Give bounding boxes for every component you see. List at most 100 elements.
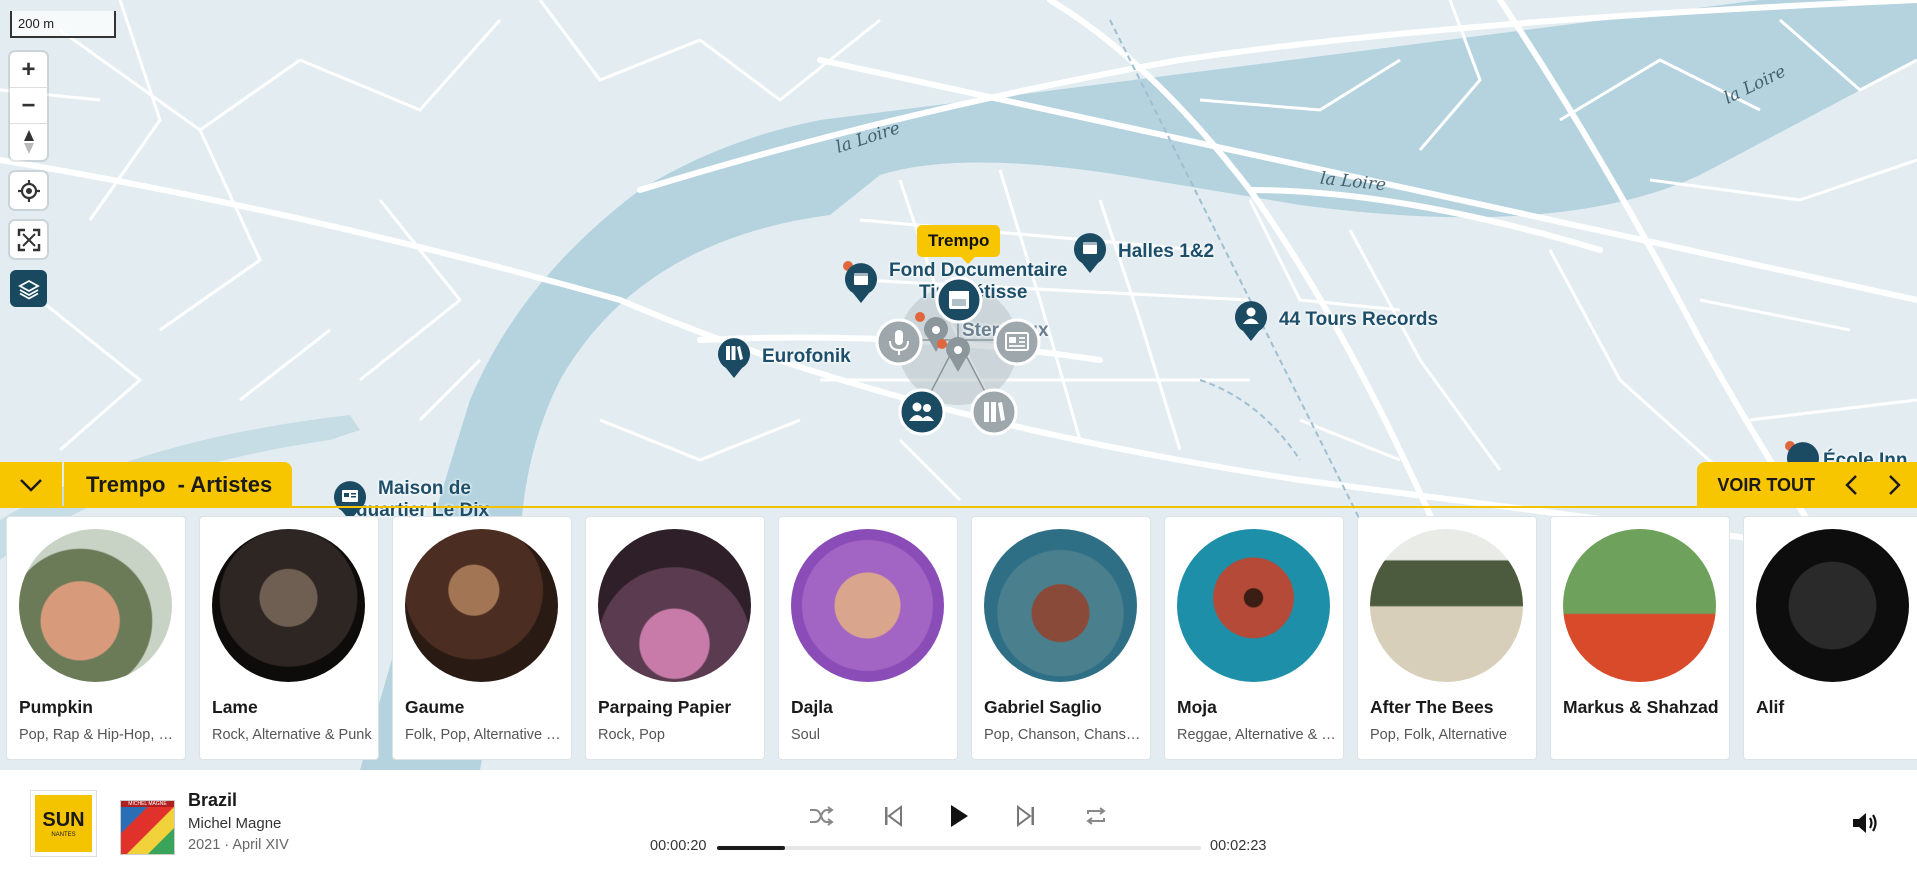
app: la Loire la Loire la Loire 200 m + − Tre… <box>0 0 1917 879</box>
artist-genres: Reggae, Alternative & Rock <box>1177 727 1337 743</box>
play-icon <box>951 805 968 827</box>
artist-photo <box>1563 529 1716 682</box>
calendar-marker-icon[interactable] <box>935 276 983 324</box>
artists-panel: Trempo - Artistes VOIR TOUT Pumpkin Pop,… <box>0 462 1917 770</box>
artist-name: Pumpkin <box>19 697 93 717</box>
artist-name: Markus & Shahzad <box>1563 697 1719 717</box>
artist-photo <box>405 529 558 682</box>
poi-eurofonik[interactable]: Eurofonik <box>716 336 851 378</box>
artist-genres: Folk, Pop, Alternative & Rock <box>405 727 565 743</box>
artist-genres: Pop, Folk, Alternative <box>1370 727 1508 743</box>
artist-genres: Pop, Chanson, Chanson française <box>984 727 1144 743</box>
fullscreen-button[interactable] <box>10 221 47 258</box>
artist-card[interactable]: After The Bees Pop, Folk, Alternative <box>1357 516 1537 760</box>
artist-genres: Rock, Pop <box>598 727 665 743</box>
locate-icon <box>17 179 40 202</box>
voir-tout-button[interactable]: VOIR TOUT <box>1717 475 1815 496</box>
artist-photo <box>212 529 365 682</box>
progress-bar[interactable] <box>717 846 1201 850</box>
artist-card[interactable]: Gabriel Saglio Pop, Chanson, Chanson fra… <box>971 516 1151 760</box>
artist-photo <box>1177 529 1330 682</box>
artist-photo <box>791 529 944 682</box>
shuffle-button[interactable] <box>801 796 841 836</box>
poi-halles[interactable]: Halles 1&2 <box>1072 231 1214 273</box>
next-track-button[interactable] <box>1006 796 1046 836</box>
scale-bar: 200 m <box>10 11 116 38</box>
artist-name: Gaume <box>405 697 465 717</box>
artist-genres: Rock, Alternative & Punk <box>212 727 372 743</box>
poi-44-tours-records[interactable]: 44 Tours Records <box>1233 299 1438 341</box>
shuffle-icon <box>810 806 834 826</box>
chevron-down-icon <box>20 479 42 492</box>
volume-button[interactable] <box>1851 810 1881 841</box>
artist-photo <box>984 529 1137 682</box>
artist-card[interactable]: Alif <box>1743 516 1917 760</box>
skip-forward-icon <box>1017 805 1034 827</box>
artist-name: After The Bees <box>1370 697 1494 717</box>
artist-card[interactable]: Gaume Folk, Pop, Alternative & Rock <box>392 516 572 760</box>
progress-fill <box>717 846 785 850</box>
collapse-panel-button[interactable] <box>0 462 62 508</box>
album-cover: MICHEL MAGNE <box>120 800 175 855</box>
artist-name: Alif <box>1756 697 1785 717</box>
compass-button[interactable] <box>10 124 47 160</box>
total-time: 00:02:23 <box>1210 838 1267 854</box>
album-cover-text: MICHEL MAGNE <box>121 801 174 807</box>
artist-photo <box>1756 529 1909 682</box>
artist-photo <box>19 529 172 682</box>
track-artist: Michel Magne <box>188 815 282 832</box>
elapsed-time: 00:00:20 <box>650 838 707 854</box>
person-pin-icon <box>1235 301 1267 341</box>
previous-track-button[interactable] <box>873 796 913 836</box>
artist-name: Parpaing Papier <box>598 697 732 717</box>
poi-label: 44 Tours Records <box>1279 309 1439 330</box>
repeat-button[interactable] <box>1076 796 1116 836</box>
artist-carousel: Pumpkin Pop, Rap & Hip-Hop, Soul Lame Ro… <box>0 516 1917 776</box>
artist-photo <box>598 529 751 682</box>
station-logo-sub: NANTES <box>51 832 76 838</box>
artist-name: Lame <box>212 697 258 717</box>
audio-player: SUN NANTES MICHEL MAGNE Brazil Michel Ma… <box>0 770 1917 879</box>
microphone-marker-icon[interactable] <box>875 318 923 366</box>
prev-button[interactable] <box>1829 462 1873 508</box>
poi-label: Eurofonik <box>762 346 851 367</box>
layers-button[interactable] <box>10 270 47 307</box>
next-button[interactable] <box>1873 462 1917 508</box>
chevron-left-icon <box>1845 475 1857 495</box>
artist-name: Dajla <box>791 697 833 717</box>
archive-pin-icon <box>1074 233 1106 273</box>
trempo-tooltip: Trempo <box>917 225 1001 264</box>
track-album: 2021 · April XIV <box>188 837 289 853</box>
artist-card[interactable]: Dajla Soul <box>778 516 958 760</box>
repeat-icon <box>1086 807 1106 825</box>
panel-title: Trempo - Artistes <box>64 462 293 508</box>
artist-card[interactable]: Moja Reggae, Alternative & Rock <box>1164 516 1344 760</box>
artist-genres: Soul <box>791 727 821 743</box>
poi-label: Halles 1&2 <box>1118 241 1215 262</box>
panel-tab: Trempo - Artistes <box>0 462 293 508</box>
compass-icon <box>23 130 34 154</box>
play-button[interactable] <box>939 796 979 836</box>
fullscreen-icon <box>17 228 40 251</box>
artist-card[interactable]: Parpaing Papier Rock, Pop <box>585 516 765 760</box>
library-pin-icon <box>718 338 750 378</box>
station-logo-text: SUN <box>42 809 85 831</box>
artist-genres: Pop, Rap & Hip-Hop, Soul <box>19 727 179 743</box>
library-marker-icon[interactable] <box>970 388 1018 436</box>
artist-name: Gabriel Saglio <box>984 697 1102 717</box>
people-marker-icon[interactable] <box>898 388 946 436</box>
layers-icon <box>17 279 40 300</box>
zoom-out-button[interactable]: − <box>10 88 47 124</box>
news-marker-icon[interactable] <box>993 318 1041 366</box>
volume-icon <box>1853 813 1877 833</box>
artist-card[interactable]: Pumpkin Pop, Rap & Hip-Hop, Soul <box>6 516 186 760</box>
track-title: Brazil <box>188 790 238 810</box>
artist-card[interactable]: Lame Rock, Alternative & Punk <box>199 516 379 760</box>
locate-button[interactable] <box>10 172 47 209</box>
zoom-in-button[interactable]: + <box>10 52 47 88</box>
artist-card[interactable]: Markus & Shahzad <box>1550 516 1730 760</box>
chevron-right-icon <box>1889 475 1901 495</box>
station-logo[interactable]: SUN NANTES <box>30 790 97 857</box>
artist-photo <box>1370 529 1523 682</box>
voir-tout-bar: VOIR TOUT <box>1697 462 1917 508</box>
